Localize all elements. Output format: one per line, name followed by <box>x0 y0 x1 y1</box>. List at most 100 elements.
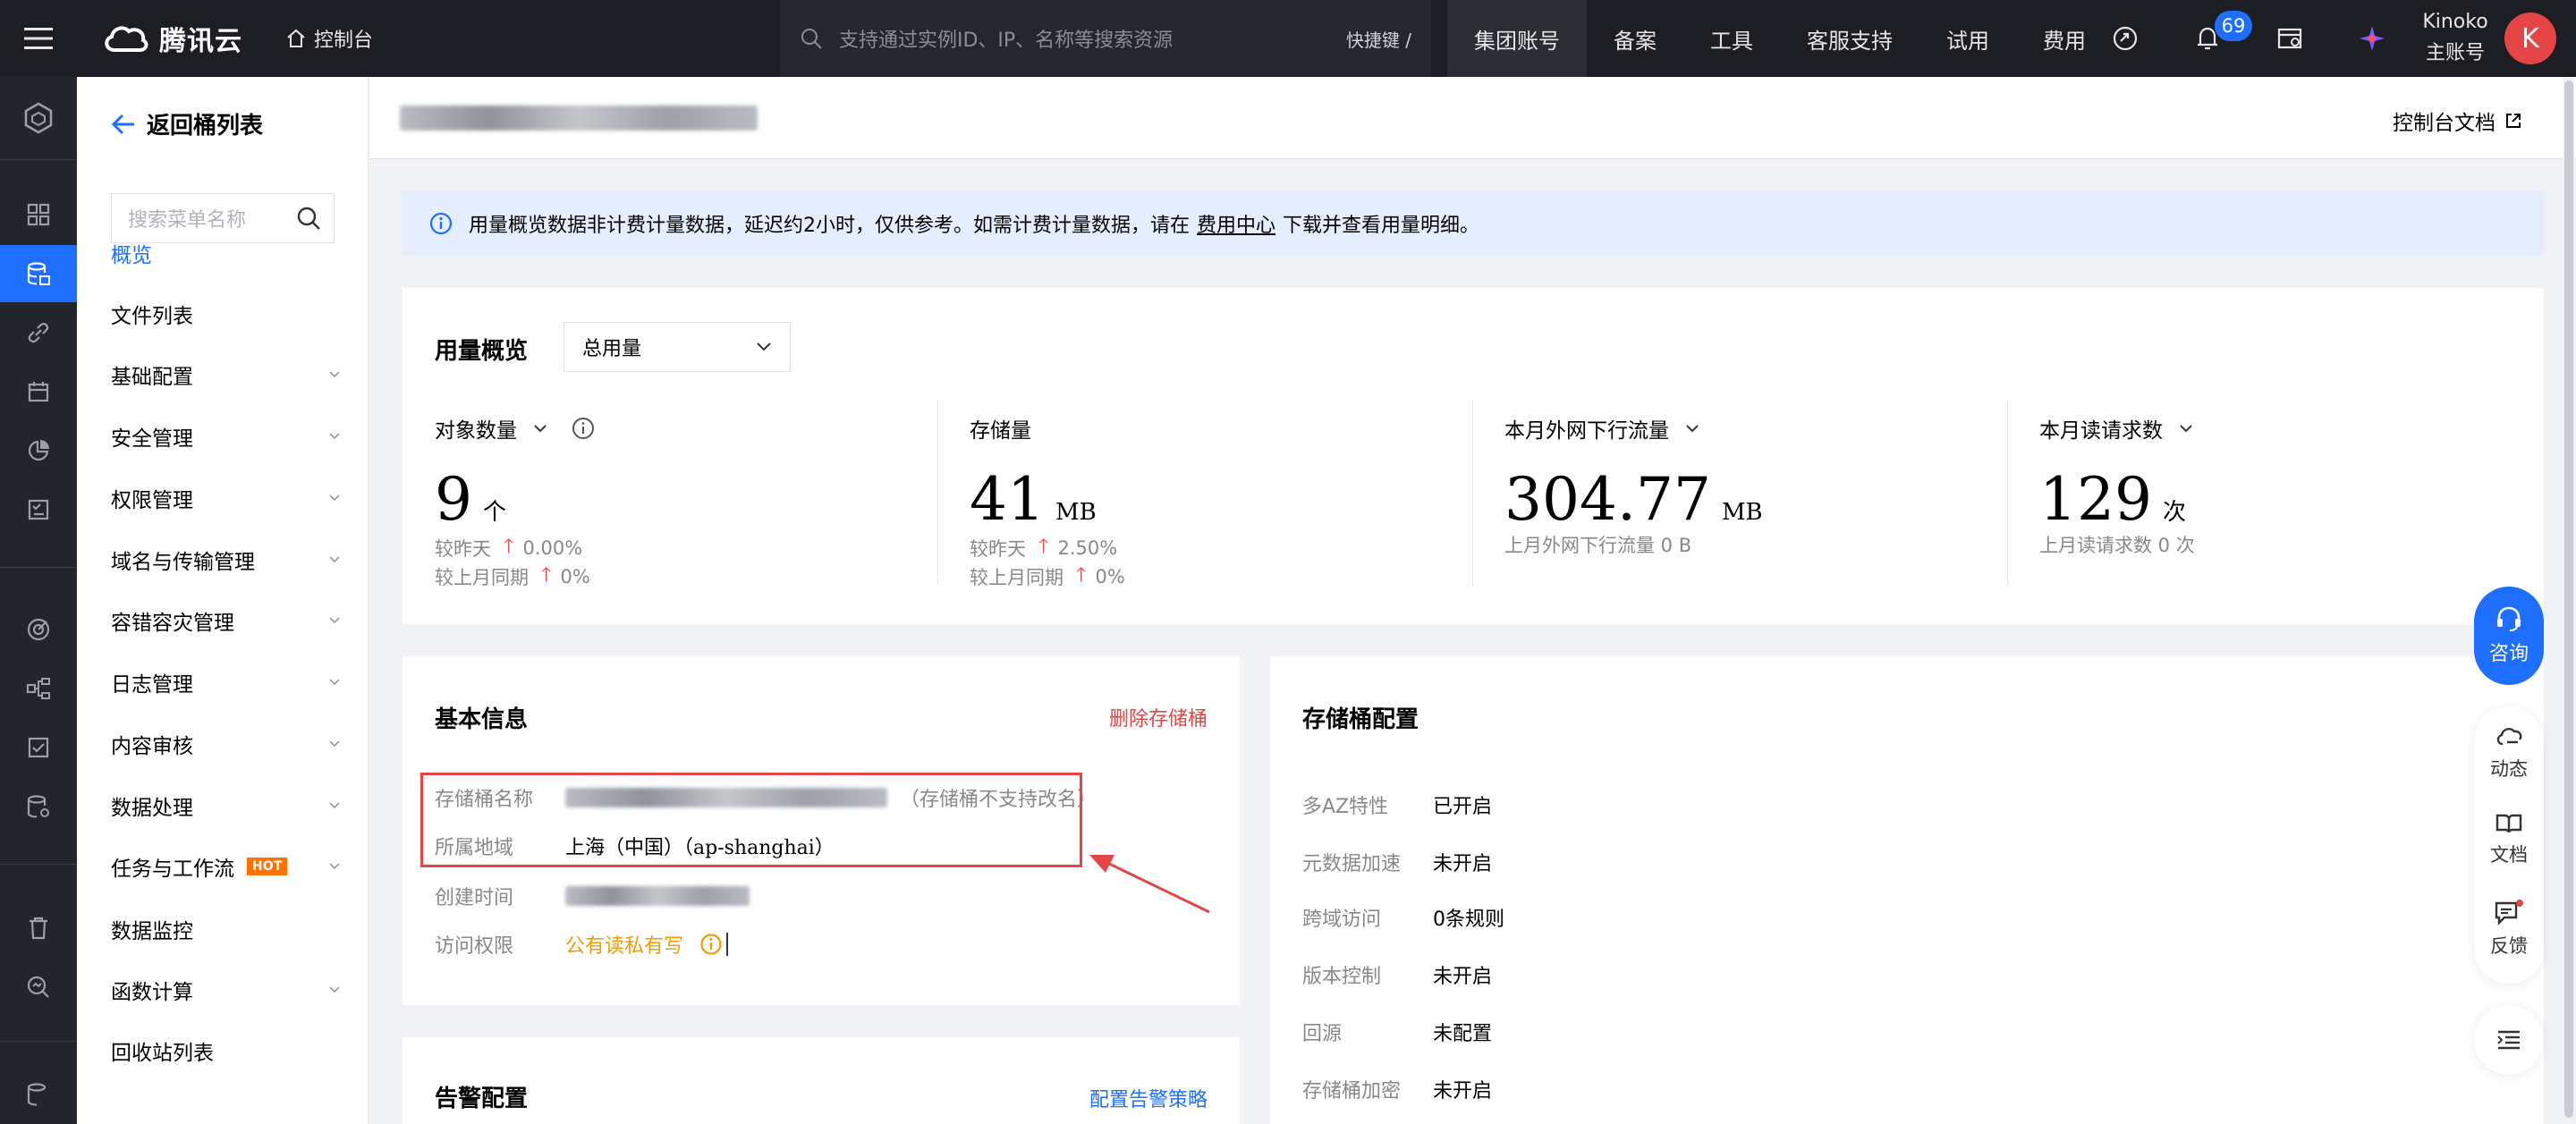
info-circle-icon[interactable] <box>571 416 596 441</box>
nav-tools[interactable]: 工具 <box>1683 0 1780 77</box>
search-icon <box>297 207 320 230</box>
menu-item[interactable]: 概览 <box>111 238 340 268</box>
menu-item[interactable]: 数据监控 <box>111 914 340 944</box>
storage-icon[interactable] <box>0 1066 77 1123</box>
list-indent-icon <box>2497 1030 2520 1050</box>
back-to-bucket-list-link[interactable]: 返回桶列表 <box>111 107 263 140</box>
config-value: 未开启 <box>1433 853 1493 875</box>
menu-item[interactable]: 内容审核 <box>111 729 340 759</box>
stat-read-requests: 本月读请求数 129 次 上月读请求数 0 次 <box>2007 401 2542 585</box>
info-circle-icon[interactable] <box>699 933 723 956</box>
config-value: 0条规则 <box>1433 908 1504 931</box>
notification-bell-icon[interactable]: 69 <box>2166 0 2252 77</box>
database-settings-icon[interactable] <box>0 778 77 835</box>
bucket-menu-panel: 返回桶列表 搜索菜单名称 概览文件列表基础配置安全管理权限管理域名与传输管理容错… <box>77 77 369 1124</box>
nav-support[interactable]: 客服支持 <box>1780 0 1919 77</box>
compare-value: 0% <box>560 566 590 587</box>
menu-item[interactable]: 容错容灾管理 <box>111 605 340 636</box>
usage-range-select[interactable]: 总用量 <box>564 322 791 372</box>
search-icon <box>801 29 822 49</box>
hot-badge: HOT <box>247 858 288 875</box>
stat-label-text: 本月外网下行流量 <box>1504 419 1669 443</box>
tree-structure-icon[interactable] <box>0 660 77 717</box>
stat-unit: 个 <box>483 499 507 526</box>
chevron-down-icon <box>329 863 340 870</box>
menu-item-label: 内容审核 <box>111 735 193 758</box>
radar-icon[interactable] <box>0 601 77 658</box>
dashboard-icon[interactable] <box>0 186 77 243</box>
calendar-icon[interactable] <box>0 363 77 420</box>
menu-item[interactable]: 任务与工作流 HOT <box>111 851 340 882</box>
resource-search-input[interactable]: 支持通过实例ID、IP、名称等搜索资源 快捷键 / <box>780 0 1431 77</box>
book-icon <box>2496 814 2522 833</box>
home-icon <box>287 29 305 47</box>
hamburger-menu-icon[interactable] <box>0 0 77 77</box>
menu-item-label: 日志管理 <box>111 673 193 697</box>
config-row: 版本控制 未开启 <box>1302 960 1492 989</box>
compare-label: 较昨天 <box>970 538 1026 560</box>
menu-item[interactable]: 权限管理 <box>111 483 340 513</box>
nav-filing[interactable]: 备案 <box>1587 0 1683 77</box>
chain-icon[interactable] <box>2084 0 2166 77</box>
menu-item[interactable]: 回收站列表 <box>111 1035 340 1066</box>
compare-value: 0.00% <box>522 537 583 559</box>
dynamic-button[interactable]: 动态 <box>2474 724 2544 782</box>
menu-item[interactable]: 域名与传输管理 <box>111 545 340 575</box>
menu-item-label: 回收站列表 <box>111 1042 214 1065</box>
config-key: 跨域访问 <box>1302 908 1382 931</box>
stat-unit: MB <box>1055 499 1097 526</box>
menu-item[interactable]: 日志管理 <box>111 667 340 697</box>
stat-label[interactable]: 本月外网下行流量 <box>1504 413 1699 444</box>
task-list-icon[interactable] <box>0 481 77 538</box>
storage-bucket-icon[interactable] <box>0 245 77 302</box>
ai-assistant-icon[interactable] <box>2331 0 2413 77</box>
console-docs-link[interactable]: 控制台文档 <box>2393 106 2522 136</box>
checklist-icon[interactable] <box>0 719 77 776</box>
tencent-cloud-logo[interactable]: 腾讯云 <box>102 19 242 58</box>
console-link[interactable]: 控制台 <box>285 24 373 53</box>
chevron-down-icon <box>329 617 340 624</box>
chevron-down-icon <box>1686 425 1699 433</box>
stat-label[interactable]: 本月读请求数 <box>2039 413 2193 444</box>
stat-label[interactable]: 对象数量 <box>435 413 596 444</box>
docs-button[interactable]: 文档 <box>2474 812 2544 867</box>
arrow-up-icon: 🡑 <box>541 564 552 587</box>
menu-item[interactable]: 数据处理 <box>111 790 340 821</box>
config-alert-policy-link[interactable]: 配置告警策略 <box>1089 1084 1208 1112</box>
menu-item[interactable]: 基础配置 <box>111 359 340 390</box>
chevron-down-icon <box>329 986 340 993</box>
pie-chart-icon[interactable] <box>0 422 77 479</box>
delete-bucket-button[interactable]: 删除存储桶 <box>1109 703 1208 731</box>
nav-group-account[interactable]: 集团账号 <box>1447 0 1587 77</box>
nav-trial[interactable]: 试用 <box>1919 0 2016 77</box>
info-row-access: 访问权限 公有读私有写 <box>435 930 729 959</box>
account-info[interactable]: Kinoko 主账号 <box>2415 11 2496 65</box>
feedback-button[interactable]: 反馈 <box>2474 900 2544 959</box>
chevron-down-icon <box>329 494 340 502</box>
stat-label-text: 对象数量 <box>435 419 517 443</box>
stat-unit: MB <box>1721 499 1763 526</box>
stat-label-text: 本月读请求数 <box>2039 419 2163 443</box>
menu-item[interactable]: 文件列表 <box>111 299 340 329</box>
dynamic-label: 动态 <box>2490 758 2528 780</box>
menu-search-input[interactable]: 搜索菜单名称 <box>111 193 335 243</box>
zoom-search-icon[interactable] <box>0 959 77 1016</box>
consult-button[interactable]: 咨询 <box>2474 587 2544 685</box>
brand-name: 腾讯云 <box>159 26 242 57</box>
menu-item-label: 任务与工作流 <box>111 858 234 881</box>
page-scrollbar-thumb[interactable] <box>2564 80 2573 1118</box>
cube-icon[interactable] <box>0 89 77 147</box>
avatar[interactable]: K <box>2504 13 2556 64</box>
menu-item-label: 域名与传输管理 <box>111 551 255 574</box>
menu-item-label: 数据处理 <box>111 797 193 820</box>
menu-item-label: 基础配置 <box>111 366 193 389</box>
billing-center-link[interactable]: 费用中心 <box>1197 209 1275 238</box>
outline-menu-button[interactable] <box>2474 1005 2544 1075</box>
menu-item[interactable]: 函数计算 <box>111 975 340 1005</box>
cloud-logo-icon <box>105 26 148 52</box>
ticket-icon[interactable] <box>2249 0 2331 77</box>
notice-text-suffix: 下载并查看用量明细。 <box>1283 215 1480 237</box>
menu-item[interactable]: 安全管理 <box>111 421 340 452</box>
trash-icon[interactable] <box>0 900 77 957</box>
link-icon[interactable] <box>0 304 77 361</box>
